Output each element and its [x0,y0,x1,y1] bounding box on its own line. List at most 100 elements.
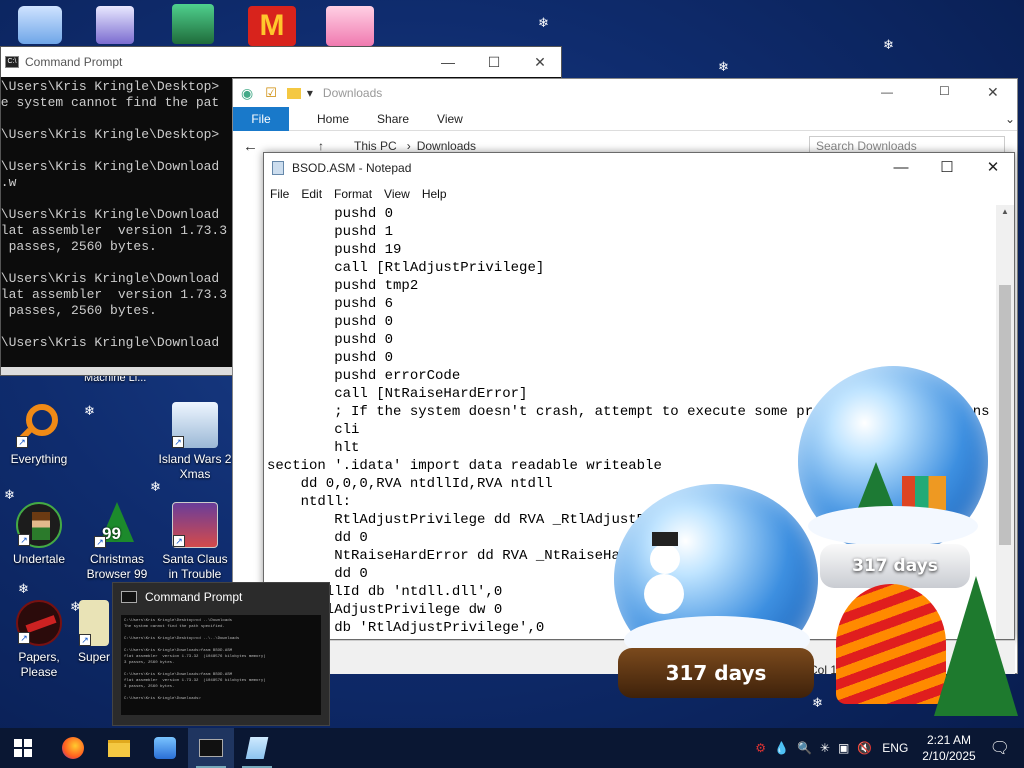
tray-settings-icon[interactable]: ⚙ [755,741,766,755]
super-icon: ↗ [79,600,109,646]
taskbar-command-prompt[interactable] [188,728,234,768]
menu-format[interactable]: Format [334,187,372,201]
minimize-button[interactable]: — [881,85,893,99]
snowflake: ❄ [883,37,894,52]
back-arrow-icon[interactable]: ← [243,138,258,155]
christmas-tree-decoration [934,576,1018,716]
taskbar: ⚙ 💧 🔍 ✳ ▣ 🔇 ENG 2:21 AM 2/10/2025 🗨 [0,728,1024,768]
desktop-icon-mcdonalds[interactable]: M [248,6,296,46]
maximize-button[interactable]: ☐ [471,47,517,77]
tab-file[interactable]: File [233,106,289,131]
firefox-icon [62,737,84,759]
globe-glass [798,366,988,556]
desktop-icon-super[interactable]: ↗ Super [74,600,114,665]
snowflake: ❄ [84,403,95,418]
maximize-button[interactable]: ☐ [939,84,950,98]
close-button[interactable]: ✕ [987,84,999,101]
ribbon-expand-icon[interactable]: ⌄ [1005,112,1015,126]
desktop-icon-christmas-browser[interactable]: 99 ↗ Christmas Browser 99 [78,502,156,582]
start-button[interactable] [0,728,46,768]
snow-globe-right[interactable]: 317 days [794,366,992,596]
horizontal-scrollbar[interactable] [1,367,233,375]
santa-icon: ↗ [172,502,218,548]
everything-icon: ↗ [16,402,62,448]
desktop-icon-everything[interactable]: ↗ Everything [0,402,78,467]
ribbon-tabs: File Home Share View ⌄ ? [233,106,1017,131]
maximize-button[interactable]: ☐ [924,153,970,183]
preview-title-bar[interactable]: Command Prompt [113,583,329,611]
taskbar-app[interactable] [142,728,188,768]
language-indicator[interactable]: ENG [882,741,908,755]
snowman-icon [644,574,684,614]
menu-help[interactable]: Help [422,187,447,201]
properties-icon[interactable]: ☑ [265,85,277,101]
shortcut-arrow-icon: ↗ [79,634,91,646]
tray-volume-icon[interactable]: 🔇 [857,741,872,755]
vertical-scrollbar[interactable]: ▲ [996,205,1014,639]
taskbar-file-explorer[interactable] [96,728,142,768]
shortcut-arrow-icon: ↗ [16,436,28,448]
shortcut-arrow-icon: ↗ [172,436,184,448]
desktop-icon-label: Super [77,650,111,664]
clock-time: 2:21 AM [926,733,971,747]
island-wars-icon: ↗ [172,402,218,448]
close-button[interactable]: ✕ [517,47,563,77]
desktop-icon-game[interactable] [172,4,214,44]
desktop-icon-papers-please[interactable]: ↗ Papers, Please [0,600,78,680]
snow-globe-left[interactable]: 317 days [612,484,818,702]
up-arrow-icon[interactable]: ↑ [318,139,324,153]
menu-view[interactable]: View [384,187,410,201]
taskbar-preview[interactable]: Command Prompt C:\Users\Kris Kringle\Des… [112,582,330,726]
snowflake: ❄ [4,487,15,502]
desktop-icon-label: Island Wars 2 Xmas [158,452,232,481]
tray-search-icon[interactable]: 🔍 [797,741,812,755]
chevron-down-icon[interactable]: ▾ [307,86,313,100]
breadcrumb-downloads[interactable]: Downloads [417,139,476,153]
menu-file[interactable]: File [270,187,289,201]
christmas-tree-icon: 99 ↗ [94,502,140,548]
shortcut-arrow-icon: ↗ [173,535,185,547]
folder-icon [286,87,301,99]
desktop-icon-label: Undertale [12,552,66,566]
desktop-icon-santa-claus[interactable]: ↗ Santa Claus in Trouble [156,502,234,582]
desktop-icon-app[interactable] [96,6,134,44]
scroll-up-icon[interactable]: ▲ [996,205,1014,216]
tab-view[interactable]: View [437,112,463,126]
clock[interactable]: 2:21 AM 2/10/2025 [922,732,975,764]
scrollbar-thumb[interactable] [999,285,1011,545]
close-button[interactable]: ✕ [970,153,1016,183]
shortcut-arrow-icon: ↗ [18,632,30,644]
cmd-icon [121,591,137,603]
clock-date: 2/10/2025 [922,749,976,763]
notification-icon[interactable]: 🗨 [990,738,1010,758]
notepad-icon [245,737,269,759]
snowflake: ❄ [718,59,729,74]
desktop-icon-label: Papers, Please [18,650,60,679]
globe-glass [614,484,818,674]
papers-please-icon: ↗ [16,600,62,646]
title-bar[interactable]: ◉ ☑ ▾ Downloads — ☐ ✕ [233,79,1017,107]
window-title: BSOD.ASM - Notepad [292,161,412,175]
menu-edit[interactable]: Edit [301,187,322,201]
explorer-properties-icon[interactable]: ◉ [241,85,253,102]
minimize-button[interactable]: — [425,47,471,77]
tray-network-icon[interactable]: ▣ [838,741,849,755]
tab-home[interactable]: Home [317,112,349,126]
taskbar-notepad[interactable] [234,728,280,768]
desktop-icon-undertale[interactable]: ↗ Undertale [0,502,78,567]
breadcrumb-this-pc[interactable]: This PC [354,139,397,153]
globe-base: 317 days [618,648,814,698]
desktop-icon-computer[interactable] [18,6,62,44]
desktop-icon-pig[interactable] [326,6,374,46]
shortcut-arrow-icon: ↗ [18,534,30,546]
minimize-button[interactable]: — [878,153,924,183]
tray-drop-icon[interactable]: 💧 [774,741,789,755]
desktop-icon-label: Santa Claus in Trouble [162,552,228,581]
desktop-icon-island-wars[interactable]: ↗ Island Wars 2 Xmas [156,402,234,482]
tray-star-icon[interactable]: ✳ [820,741,830,755]
preview-thumbnail[interactable]: C:\Users\Kris Kringle\Desktop>cd ..\Down… [121,615,321,715]
folder-icon [108,739,130,757]
taskbar-firefox[interactable] [50,728,96,768]
undertale-icon: ↗ [16,502,62,548]
tab-share[interactable]: Share [377,112,409,126]
